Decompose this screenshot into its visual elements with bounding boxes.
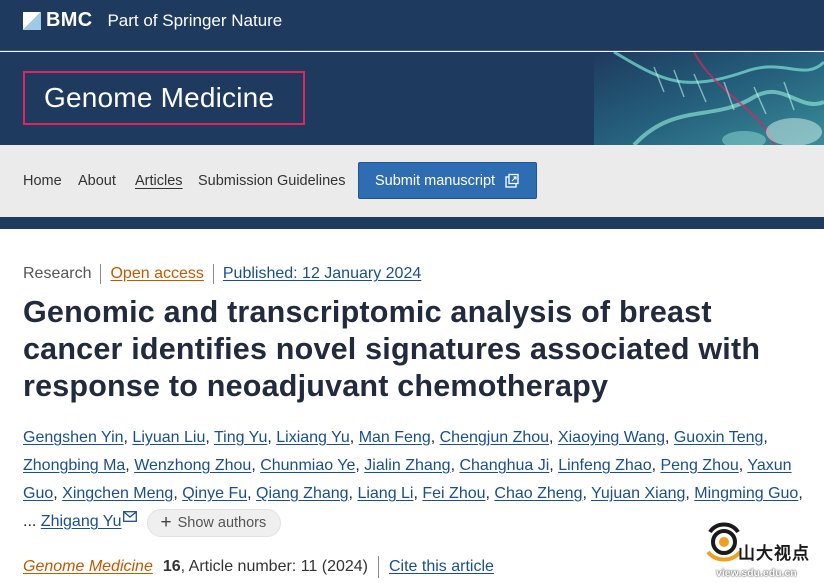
- article-citation: Genome Medicine 16 , Article number: 11 …: [23, 556, 494, 578]
- meta-separator: [100, 264, 102, 284]
- sdu-watermark: 山大视点 view.sdu.edu.cn: [700, 516, 824, 583]
- author-link[interactable]: Fei Zhou: [422, 485, 485, 502]
- bmc-brand: BMC: [46, 9, 93, 31]
- author-link[interactable]: Chunmiao Ye: [260, 457, 355, 474]
- journal-citation-link[interactable]: Genome Medicine: [23, 558, 153, 576]
- author-link[interactable]: Mingming Guo: [694, 485, 798, 502]
- bmc-header: BMC Part of Springer Nature: [0, 0, 824, 51]
- nav-articles[interactable]: Articles: [135, 173, 183, 189]
- email-icon[interactable]: [123, 511, 138, 522]
- author-link[interactable]: Liyuan Liu: [132, 429, 205, 446]
- author-link[interactable]: Lixiang Yu: [276, 429, 350, 446]
- dna-banner-image: [594, 52, 824, 145]
- submit-manuscript-label: Submit manuscript: [375, 172, 496, 189]
- article-number: , Article number: 11 (2024): [180, 558, 368, 575]
- show-authors-label: Show authors: [177, 514, 267, 531]
- nav-submission-guidelines[interactable]: Submission Guidelines: [198, 173, 346, 189]
- author-link[interactable]: Guoxin Teng: [674, 429, 764, 446]
- author-link[interactable]: Zhigang Yu: [41, 513, 122, 530]
- author-link[interactable]: Linfeng Zhao: [558, 457, 651, 474]
- author-link[interactable]: Ting Yu: [214, 429, 267, 446]
- author-ellipsis: ...: [23, 513, 37, 530]
- author-link[interactable]: Jialin Zhang: [364, 457, 450, 474]
- watermark-url: view.sdu.edu.cn: [716, 567, 797, 579]
- springer-nature-tagline[interactable]: Part of Springer Nature: [107, 11, 282, 31]
- cite-this-article-link[interactable]: Cite this article: [389, 558, 494, 576]
- author-link[interactable]: Gengshen Yin: [23, 429, 124, 446]
- author-list: Gengshen Yin, Liyuan Liu, Ting Yu, Lixia…: [23, 424, 813, 537]
- nav-divider: [0, 217, 824, 229]
- volume-number: 16: [162, 558, 181, 575]
- watermark-text: 山大视点: [738, 544, 810, 563]
- author-link[interactable]: Chao Zheng: [494, 485, 582, 502]
- plus-icon: +: [160, 512, 172, 533]
- article-title: Genomic and transcriptomic analysis of b…: [23, 295, 761, 403]
- author-link[interactable]: Yujuan Xiang: [591, 485, 685, 502]
- journal-title[interactable]: Genome Medicine: [44, 82, 274, 114]
- published-date-link[interactable]: Published: 12 January 2024: [223, 265, 421, 283]
- author-link[interactable]: Qinye Fu: [182, 485, 247, 502]
- nav-about[interactable]: About: [78, 173, 116, 189]
- nav-home[interactable]: Home: [23, 173, 62, 189]
- author-link[interactable]: Xingchen Meng: [62, 485, 173, 502]
- journal-banner: Genome Medicine: [0, 52, 824, 145]
- show-authors-button[interactable]: + Show authors: [147, 508, 282, 537]
- article-type: Research: [23, 265, 92, 282]
- author-link[interactable]: Man Feng: [359, 429, 431, 446]
- meta-separator: [212, 264, 214, 284]
- author-link[interactable]: Liang Li: [357, 485, 413, 502]
- author-link[interactable]: Wenzhong Zhou: [134, 457, 251, 474]
- external-link-icon: [505, 173, 519, 188]
- journal-nav: Home About Articles Submission Guideline…: [0, 145, 824, 217]
- bmc-logo-icon: [23, 11, 41, 30]
- article-meta: Research Open access Published: 12 Janua…: [23, 264, 421, 284]
- author-link[interactable]: Qiang Zhang: [256, 485, 349, 502]
- author-link[interactable]: Xiaoying Wang: [558, 429, 665, 446]
- submit-manuscript-button[interactable]: Submit manuscript: [358, 162, 537, 199]
- author-link[interactable]: Peng Zhou: [660, 457, 738, 474]
- author-link[interactable]: Changhua Ji: [459, 457, 549, 474]
- bmc-logo[interactable]: BMC Part of Springer Nature: [23, 9, 282, 32]
- author-link[interactable]: Chengjun Zhou: [440, 429, 549, 446]
- open-access-link[interactable]: Open access: [110, 265, 203, 283]
- author-link[interactable]: Zhongbing Ma: [23, 457, 125, 474]
- citation-separator: [378, 556, 379, 578]
